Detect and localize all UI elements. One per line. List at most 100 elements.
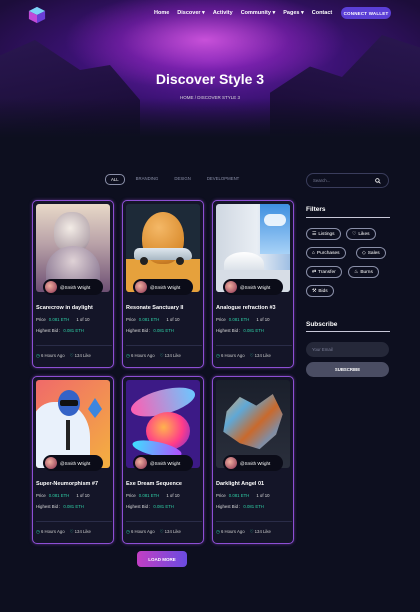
owner-name: @Smith Wright [60, 284, 91, 290]
heart-icon: ♡ [69, 353, 74, 358]
bid-row: Highest Bid : 0.081 ETH [126, 328, 174, 333]
filter-likes[interactable]: ♡ Likes [346, 228, 376, 240]
bid-label: Highest Bid : [126, 328, 151, 333]
tab-design[interactable]: DESIGN [169, 174, 195, 185]
owner-badge[interactable]: @Smith Wright [133, 279, 193, 295]
owner-name: @Smith Wright [240, 460, 271, 466]
time-text: 6 Hours Ago [40, 529, 65, 534]
bid-label: Highest Bid : [216, 328, 241, 333]
nft-title[interactable]: Scarecrow in daylight [36, 305, 93, 311]
main-nav: Home Discover ▾ Activity Community ▾ Pag… [154, 10, 332, 16]
like-label[interactable]: ♡ 134 Like [250, 353, 271, 359]
owner-badge[interactable]: @Smith Wright [43, 455, 103, 471]
filter-label: Burns [360, 269, 373, 275]
card-footer: ◷ 6 Hours Ago ♡ 134 Like [126, 529, 181, 535]
nft-card[interactable]: @Smith Wright Analogue refraction #3 Pri… [212, 200, 294, 368]
avatar [135, 281, 147, 293]
logo-icon[interactable] [28, 6, 46, 24]
subscribe-divider [306, 331, 390, 332]
owner-badge[interactable]: @Smith Wright [133, 455, 193, 471]
owner-badge[interactable]: @Smith Wright [223, 279, 283, 295]
bid-value: 0.081 ETH [153, 504, 174, 509]
clock-icon: ◷ [36, 529, 40, 534]
edition-count: 1 of 10 [256, 317, 270, 322]
price-row: Price 0.081 ETH 1 of 10 [126, 493, 179, 498]
likes-text: 134 Like [254, 529, 271, 534]
filter-label: Likes [358, 231, 370, 237]
nav-contact[interactable]: Contact [312, 10, 332, 16]
search-icon[interactable] [375, 178, 381, 184]
heart-icon: ♡ [352, 231, 357, 237]
time-label: ◷ 6 Hours Ago [126, 529, 155, 535]
breadcrumb: HOME / DISCOVER STYLE 3 [179, 95, 240, 100]
nav-discover[interactable]: Discover ▾ [177, 10, 205, 16]
category-tabs: ALL BRANDING DESIGN DEVELOPMENT [105, 174, 244, 185]
gavel-icon: ⚒ [312, 288, 317, 294]
search-input[interactable]: Search... [306, 173, 389, 188]
card-footer: ◷ 6 Hours Ago ♡ 134 Like [36, 353, 91, 359]
card-divider [126, 345, 202, 346]
filter-listings[interactable]: ☰ Listings [306, 228, 341, 240]
bid-row: Highest Bid : 0.081 ETH [216, 504, 264, 509]
price-value: 0.081 ETH [138, 493, 160, 498]
edition-count: 1 of 10 [76, 317, 90, 322]
owner-badge[interactable]: @Smith Wright [43, 279, 103, 295]
tab-development[interactable]: DEVELOPMENT [202, 174, 244, 185]
like-label[interactable]: ♡ 134 Like [160, 353, 181, 359]
nft-title[interactable]: Exe Dream Sequence [126, 481, 182, 487]
nft-card[interactable]: @Smith Wright Resonate Sanctuary II Pric… [122, 200, 204, 368]
filter-label: Purchases [316, 250, 340, 256]
heart-icon: ♡ [249, 353, 254, 358]
bid-label: Highest Bid : [126, 504, 151, 509]
listings-icon: ☰ [312, 231, 317, 237]
filter-burns[interactable]: ♨ Burns [348, 266, 379, 278]
bid-row: Highest Bid : 0.081 ETH [36, 328, 84, 333]
clock-icon: ◷ [36, 353, 40, 358]
edition-count: 1 of 10 [166, 493, 180, 498]
nft-card[interactable]: @Smith Wright Scarecrow in daylight Pric… [32, 200, 114, 368]
nav-pages[interactable]: Pages ▾ [283, 10, 304, 16]
edition-count: 1 of 10 [256, 493, 270, 498]
tab-all[interactable]: ALL [105, 174, 125, 185]
nft-card[interactable]: @Smith Wright Exe Dream Sequence Price 0… [122, 376, 204, 544]
email-placeholder: Your Email [312, 347, 333, 352]
time-text: 6 Hours Ago [40, 353, 65, 358]
like-label[interactable]: ♡ 134 Like [70, 353, 91, 359]
likes-text: 134 Like [74, 353, 91, 358]
bid-row: Highest Bid : 0.081 ETH [126, 504, 174, 509]
nft-card[interactable]: @Smith Wright Darklight Angel 01 Price 0… [212, 376, 294, 544]
nav-community[interactable]: Community ▾ [241, 10, 276, 16]
subscribe-button[interactable]: SUBSCRIBE [306, 362, 389, 377]
nft-card[interactable]: @Smith Wright Super-Neumorphism #7 Price… [32, 376, 114, 544]
avatar [45, 457, 57, 469]
clock-icon: ◷ [126, 353, 130, 358]
time-text: 6 Hours Ago [130, 529, 155, 534]
time-label: ◷ 6 Hours Ago [216, 353, 245, 359]
nav-home[interactable]: Home [154, 10, 169, 16]
filter-purchases[interactable]: ⌂ Purchases [306, 247, 346, 259]
bid-value: 0.081 ETH [153, 328, 174, 333]
filter-bids[interactable]: ⚒ Bids [306, 285, 334, 297]
heart-icon: ♡ [249, 529, 254, 534]
edition-count: 1 of 10 [166, 317, 180, 322]
nft-title[interactable]: Darklight Angel 01 [216, 481, 264, 487]
load-more-button[interactable]: LOAD MORE [137, 551, 187, 567]
clock-icon: ◷ [126, 529, 130, 534]
price-label: Price [216, 493, 226, 498]
time-text: 6 Hours Ago [130, 353, 155, 358]
nft-title[interactable]: Super-Neumorphism #7 [36, 481, 98, 487]
tab-branding[interactable]: BRANDING [131, 174, 164, 185]
bid-label: Highest Bid : [36, 504, 61, 509]
like-label[interactable]: ♡ 134 Like [70, 529, 91, 535]
filter-sales[interactable]: ◇ Sales [356, 247, 386, 259]
like-label[interactable]: ♡ 134 Like [160, 529, 181, 535]
like-label[interactable]: ♡ 134 Like [250, 529, 271, 535]
owner-badge[interactable]: @Smith Wright [223, 455, 283, 471]
nft-title[interactable]: Resonate Sanctuary II [126, 305, 183, 311]
nft-title[interactable]: Analogue refraction #3 [216, 305, 276, 311]
filter-transfer[interactable]: ⇄ Transfer [306, 266, 342, 278]
email-field[interactable]: Your Email [306, 342, 389, 357]
connect-wallet-button[interactable]: CONNECT WALLET [341, 7, 391, 19]
bid-value: 0.081 ETH [243, 504, 264, 509]
nav-activity[interactable]: Activity [213, 10, 233, 16]
